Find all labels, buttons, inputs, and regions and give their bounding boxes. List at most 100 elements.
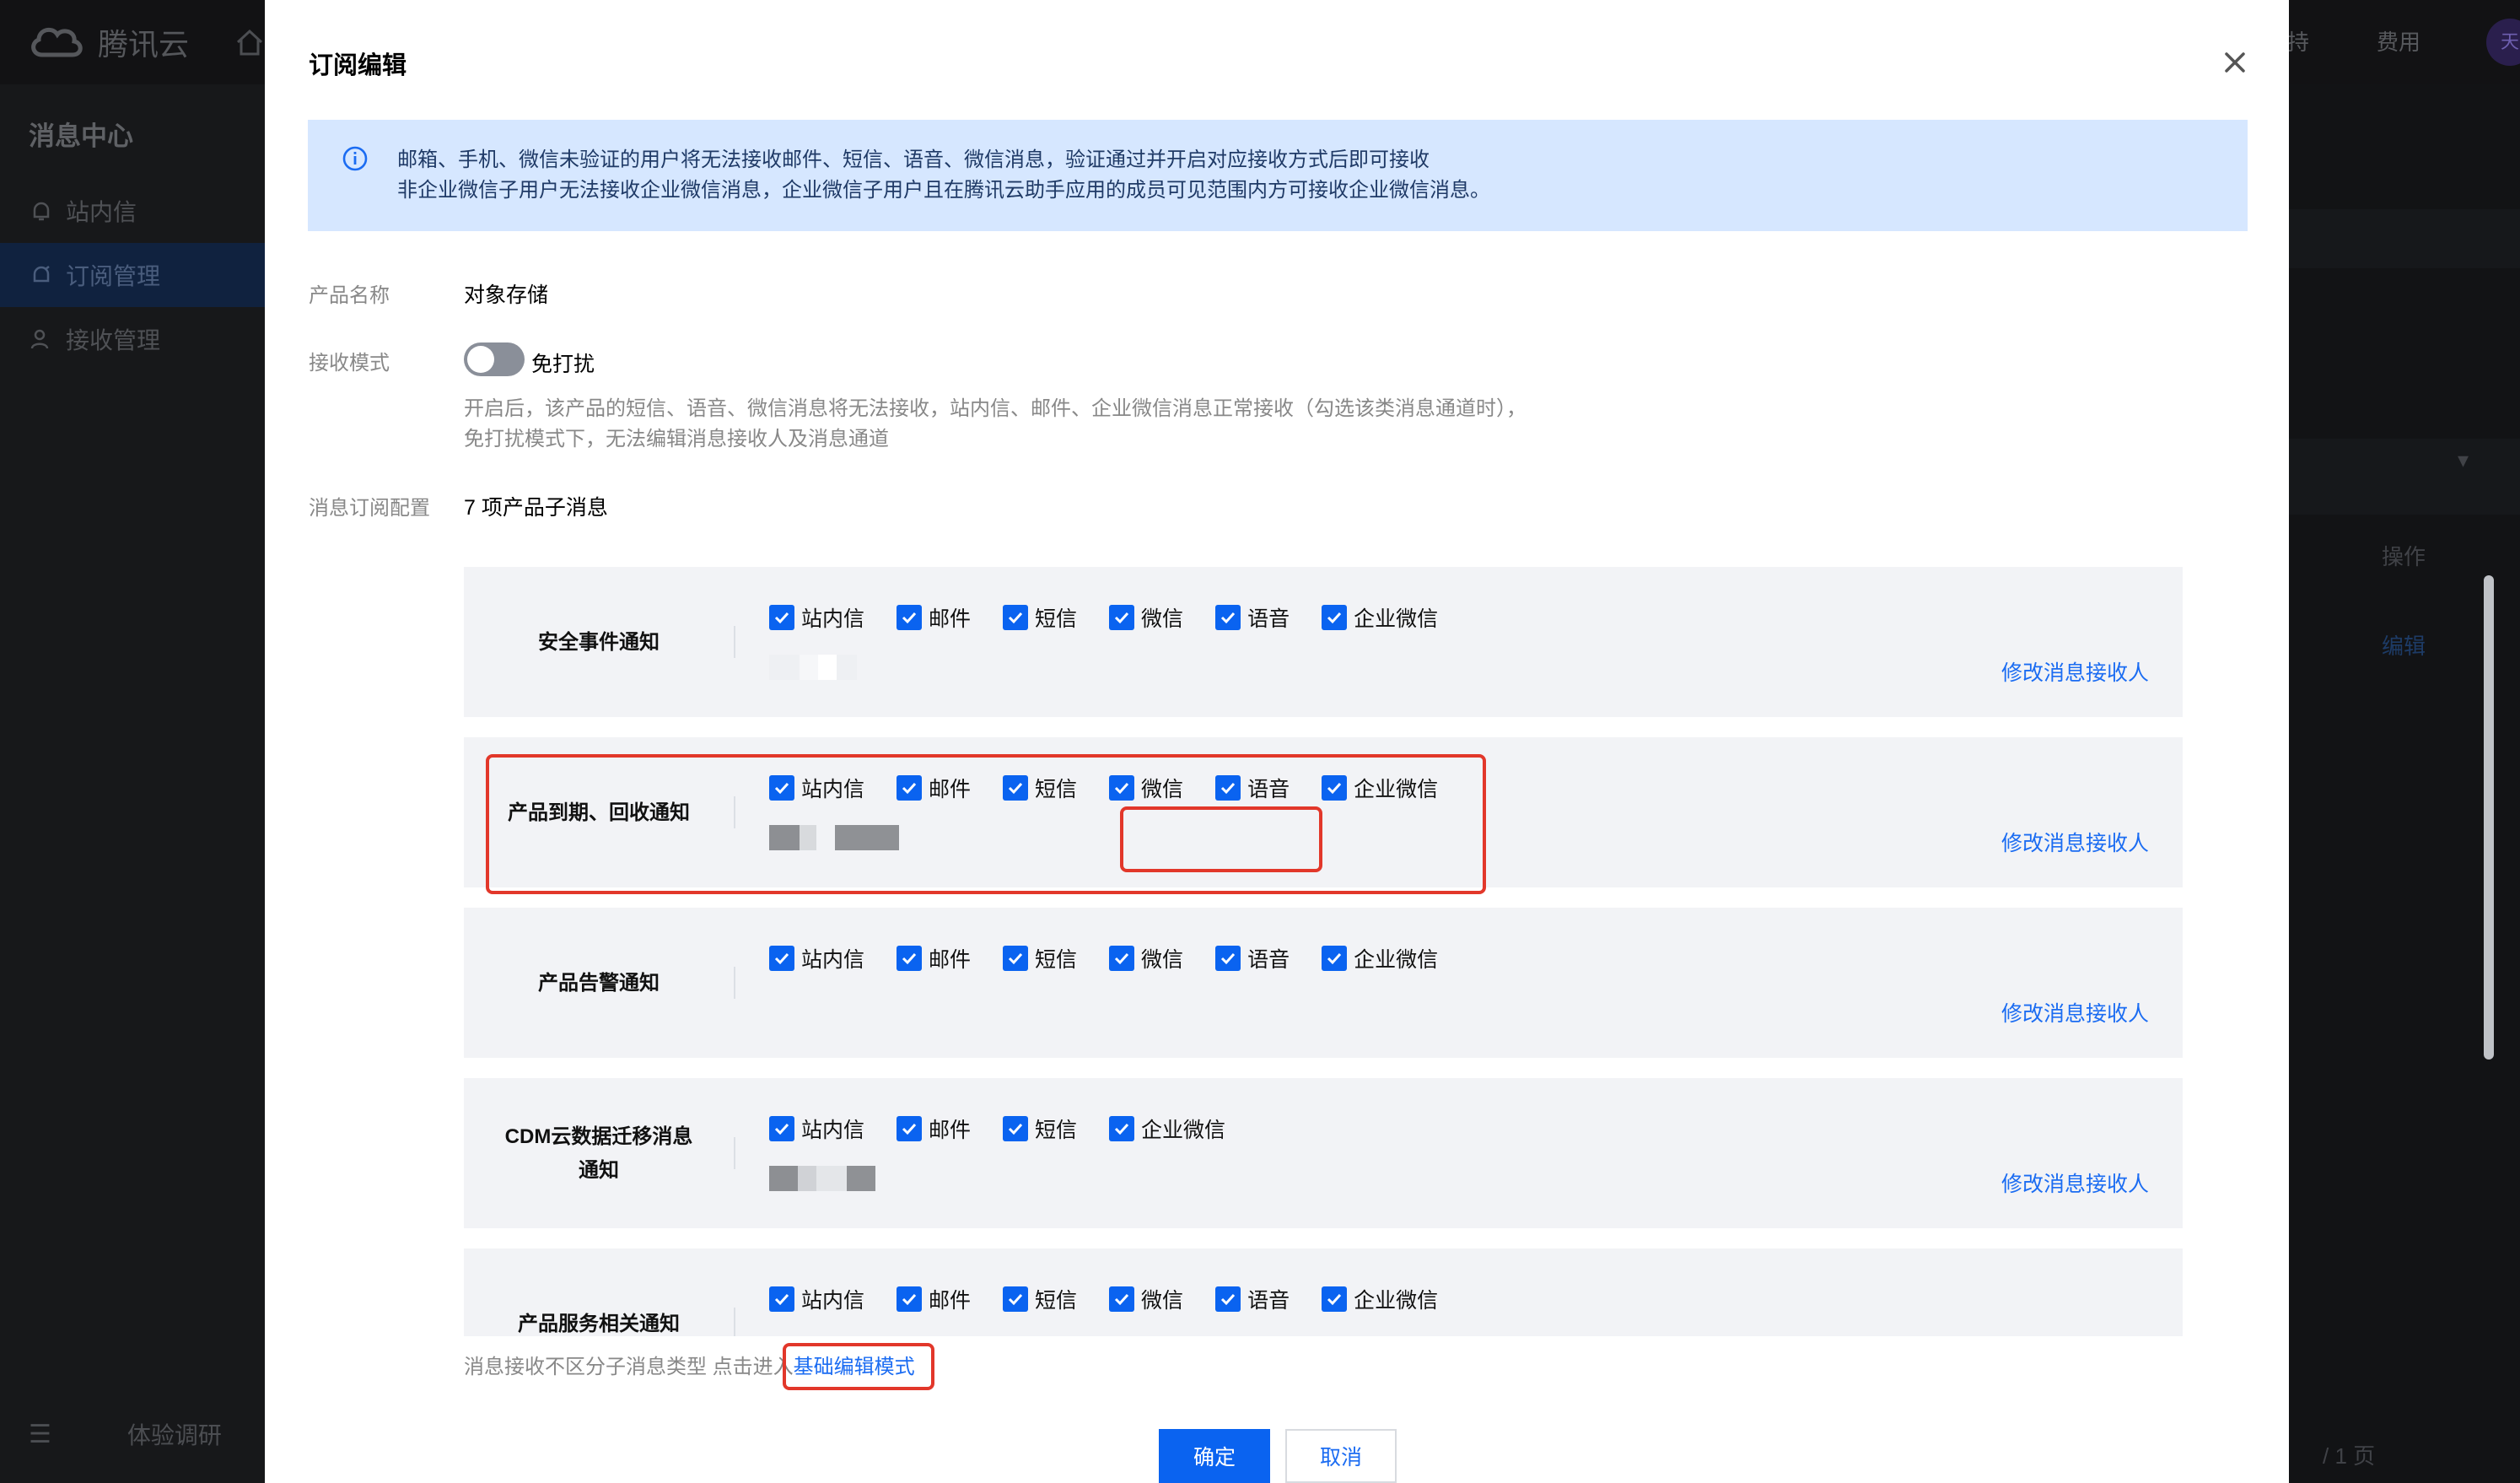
confirm-button[interactable]: 确定 [1159, 1429, 1270, 1483]
topbar-menu-support[interactable]: 持 [2287, 25, 2309, 57]
channel-checkbox[interactable]: 语音 [1215, 602, 1290, 633]
check-icon [897, 1116, 923, 1141]
check-icon [1109, 1286, 1135, 1312]
channel-checkbox[interactable]: 语音 [1215, 773, 1290, 803]
avatar[interactable]: 天 [2486, 19, 2520, 66]
channel-checkbox[interactable]: 微信 [1109, 602, 1183, 633]
channel-label: 短信 [1035, 778, 1078, 801]
message-title: 通知 [579, 1159, 619, 1182]
toggle-knob [467, 346, 494, 373]
receive-mode-label: 接收模式 [309, 352, 390, 375]
channel-checkbox[interactable]: 企业微信 [1322, 1284, 1438, 1314]
sidebar-item-label: 订阅管理 [66, 263, 161, 289]
channel-checkbox[interactable]: 站内信 [769, 602, 864, 633]
modify-recipients-link[interactable]: 修改消息接收人 [2001, 997, 2149, 1027]
brand-logo[interactable]: 腾讯云 [27, 20, 189, 64]
channel-checkbox[interactable]: 短信 [1003, 943, 1077, 973]
cloud-logo-icon [31, 27, 83, 57]
check-icon [1109, 775, 1135, 801]
brand-name: 腾讯云 [98, 27, 190, 62]
message-config-list[interactable]: 安全事件通知 站内信 邮件 短信 微信 语音 企业微信 修改消息接收人 产品到期… [464, 567, 2235, 1336]
users-icon [30, 329, 49, 349]
channel-checkbox[interactable]: 邮件 [897, 1114, 971, 1144]
channel-checkbox[interactable]: 邮件 [897, 602, 971, 633]
channel-checkbox[interactable]: 短信 [1003, 773, 1077, 803]
check-icon [769, 1116, 794, 1141]
check-icon [1322, 775, 1348, 801]
channel-checkbox[interactable]: 语音 [1215, 943, 1290, 973]
redacted-recipients [769, 1166, 875, 1191]
channel-label: 语音 [1247, 948, 1290, 972]
divider [734, 1137, 735, 1169]
divider [734, 1308, 735, 1336]
row-edit-link[interactable]: 编辑 [2382, 629, 2426, 661]
channel-label: 微信 [1141, 607, 1184, 631]
sidebar-item-inbox[interactable]: 站内信 [0, 179, 265, 243]
channel-label: 邮件 [929, 948, 972, 972]
mode-hint-line: 开启后，该产品的短信、语音、微信消息将无法接收，站内信、邮件、企业微信消息正常接… [464, 397, 1527, 420]
channel-checkbox[interactable]: 企业微信 [1322, 773, 1438, 803]
channel-checkbox[interactable]: 短信 [1003, 1284, 1077, 1314]
sidebar-feedback[interactable]: ☰ 体验调研 [29, 1417, 265, 1451]
message-title: CDM云数据迁移消息 [504, 1125, 693, 1148]
channel-checkbox[interactable]: 站内信 [769, 1114, 864, 1144]
channel-checkbox[interactable]: 企业微信 [1322, 943, 1438, 973]
check-icon [769, 1286, 794, 1312]
product-name-label: 产品名称 [309, 284, 390, 307]
sidebar-item-label: 接收管理 [66, 327, 161, 353]
channel-checkbox[interactable]: 邮件 [897, 1284, 971, 1314]
sidebar: 消息中心 站内信 订阅管理 接收管理 ☰ 体验调研 [0, 84, 265, 1483]
channel-checkbox[interactable]: 短信 [1003, 1114, 1077, 1144]
channel-label: 微信 [1141, 778, 1184, 801]
modify-recipients-link[interactable]: 修改消息接收人 [2001, 827, 2149, 857]
channel-checkbox[interactable]: 语音 [1215, 1284, 1290, 1314]
modify-recipients-link[interactable]: 修改消息接收人 [2001, 656, 2149, 687]
channel-checkbox[interactable]: 微信 [1109, 943, 1183, 973]
scrollbar-thumb[interactable] [2484, 575, 2494, 1060]
message-title: 产品告警通知 [538, 972, 660, 995]
feedback-label: 体验调研 [127, 1422, 222, 1448]
check-icon [1322, 605, 1348, 630]
basic-edit-mode-link[interactable]: 基础编辑模式 [794, 1356, 915, 1378]
channel-checkbox[interactable]: 微信 [1109, 1284, 1183, 1314]
channel-checkbox[interactable]: 企业微信 [1109, 1114, 1225, 1144]
home-icon[interactable] [233, 25, 267, 59]
channel-label: 微信 [1141, 1289, 1184, 1313]
do-not-disturb-toggle[interactable] [464, 342, 525, 376]
close-icon[interactable] [2220, 47, 2250, 78]
channel-checkbox[interactable]: 邮件 [897, 943, 971, 973]
list-scrollbar[interactable] [2476, 567, 2498, 1336]
check-icon [1215, 775, 1241, 801]
channel-checkbox[interactable]: 站内信 [769, 773, 864, 803]
cancel-button[interactable]: 取消 [1285, 1429, 1397, 1483]
do-not-disturb-label: 免打扰 [531, 353, 595, 376]
channel-label: 站内信 [801, 1289, 865, 1313]
channel-label: 语音 [1247, 607, 1290, 631]
subscription-config-label: 消息订阅配置 [309, 497, 430, 520]
channel-label: 邮件 [929, 607, 972, 631]
collapse-icon[interactable]: ☰ [29, 1420, 51, 1449]
alert-text-line: 邮箱、手机、微信未验证的用户将无法接收邮件、短信、语音、微信消息，验证通过并开启… [397, 148, 1430, 171]
channel-checkbox[interactable]: 企业微信 [1322, 602, 1438, 633]
channel-checkbox[interactable]: 站内信 [769, 943, 864, 973]
channel-label: 站内信 [801, 778, 865, 801]
alert-text-line: 非企业微信子用户无法接收企业微信消息，企业微信子用户且在腾讯云助手应用的成员可见… [397, 179, 1490, 202]
channel-label: 企业微信 [1141, 1119, 1226, 1142]
channel-checkbox[interactable]: 邮件 [897, 773, 971, 803]
message-title: 产品服务相关通知 [518, 1313, 680, 1335]
channel-checkboxes: 站内信 邮件 短信 微信 语音 企业微信 [769, 943, 1438, 973]
topbar-menu-billing[interactable]: 费用 [2377, 25, 2420, 57]
dropdown-caret-icon[interactable]: ▾ [2458, 447, 2469, 473]
channel-checkbox[interactable]: 微信 [1109, 773, 1183, 803]
table-header-action: 操作 [2382, 544, 2426, 569]
bell-icon [33, 202, 50, 221]
channel-label: 邮件 [929, 1119, 972, 1142]
modify-recipients-link[interactable]: 修改消息接收人 [2001, 1168, 2149, 1198]
sidebar-item-receivers[interactable]: 接收管理 [0, 307, 265, 371]
channel-checkbox[interactable]: 短信 [1003, 602, 1077, 633]
check-icon [1003, 775, 1029, 801]
subscription-icon [33, 266, 50, 283]
channel-checkbox[interactable]: 站内信 [769, 1284, 864, 1314]
subscription-edit-dialog: 订阅编辑 邮箱、手机、微信未验证的用户将无法接收邮件、短信、语音、微信消息，验证… [265, 0, 2494, 1483]
sidebar-item-subscriptions[interactable]: 订阅管理 [0, 243, 265, 307]
